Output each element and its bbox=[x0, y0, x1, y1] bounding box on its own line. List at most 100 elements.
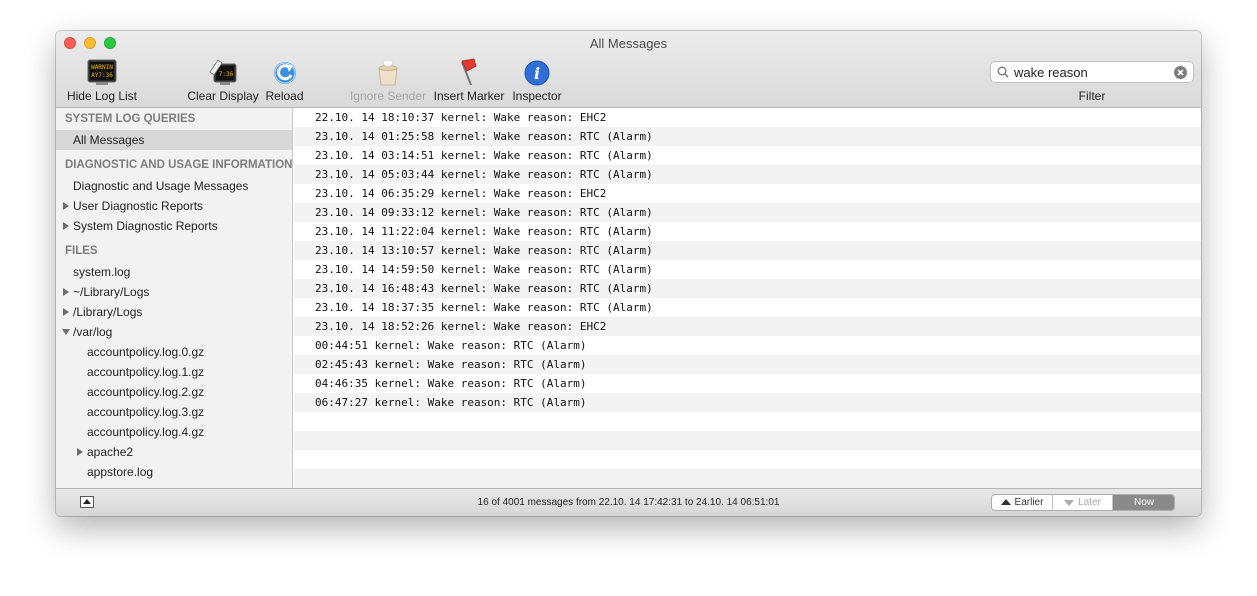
sidebar-item-all-messages[interactable]: All Messages bbox=[56, 130, 292, 150]
sidebar-item-label: /var/log bbox=[73, 325, 113, 339]
clear-display-icon: 7:36 bbox=[209, 59, 237, 85]
log-line[interactable]: 23.10. 14 11:22:04 kernel: Wake reason: … bbox=[294, 222, 1201, 241]
log-message-list[interactable]: 22.10. 14 18:10:37 kernel: Wake reason: … bbox=[294, 108, 1201, 488]
sidebar-item-label: Diagnostic and Usage Messages bbox=[73, 179, 249, 193]
filter-label: Filter bbox=[1078, 89, 1106, 103]
sidebar-item-system-diagnostic-reports[interactable]: System Diagnostic Reports bbox=[56, 216, 292, 236]
sidebar-item-file[interactable]: accountpolicy.log.3.gz bbox=[56, 402, 292, 422]
sidebar-item-label: accountpolicy.log.2.gz bbox=[87, 385, 205, 399]
log-list-sidebar: SYSTEM LOG QUERIES All Messages DIAGNOST… bbox=[56, 108, 293, 488]
log-line[interactable]: 23.10. 14 18:52:26 kernel: Wake reason: … bbox=[294, 317, 1201, 336]
reload-button[interactable]: Reload bbox=[262, 56, 307, 106]
sidebar-item-library-logs[interactable]: /Library/Logs bbox=[56, 302, 292, 322]
marker-flag-icon bbox=[461, 58, 477, 86]
status-bar: 16 of 4001 messages from 22.10. 14 17:42… bbox=[56, 488, 1201, 516]
later-label: Later bbox=[1078, 497, 1101, 508]
sidebar-item-label: system.log bbox=[73, 265, 131, 279]
sidebar-item-label: User Diagnostic Reports bbox=[73, 199, 204, 213]
sidebar-item-label: apache2 bbox=[87, 445, 134, 459]
log-line[interactable]: 23.10. 14 05:03:44 kernel: Wake reason: … bbox=[294, 165, 1201, 184]
sidebar-item-label: accountpolicy.log.0.gz bbox=[87, 345, 205, 359]
log-line[interactable]: 23.10. 14 13:10:57 kernel: Wake reason: … bbox=[294, 241, 1201, 260]
svg-text:7:36: 7:36 bbox=[219, 71, 234, 78]
log-line[interactable]: 04:46:35 kernel: Wake reason: RTC (Alarm… bbox=[294, 374, 1201, 393]
sidebar-item-label: accountpolicy.log.3.gz bbox=[87, 405, 205, 419]
now-label: Now bbox=[1133, 497, 1154, 508]
clear-search-icon[interactable] bbox=[1174, 66, 1187, 79]
disclosure-triangle-icon[interactable] bbox=[63, 308, 69, 316]
log-line[interactable]: 23.10. 14 18:37:35 kernel: Wake reason: … bbox=[294, 298, 1201, 317]
sidebar-item-diagnostic-messages[interactable]: Diagnostic and Usage Messages bbox=[56, 176, 292, 196]
system-log-queries-header: SYSTEM LOG QUERIES bbox=[56, 110, 292, 130]
sidebar-item-label: accountpolicy.log.4.gz bbox=[87, 425, 205, 439]
search-icon bbox=[997, 66, 1009, 78]
ignore-sender-button[interactable]: Ignore Sender bbox=[349, 56, 427, 106]
arrow-down-icon bbox=[1064, 500, 1075, 506]
log-line[interactable]: 06:47:27 kernel: Wake reason: RTC (Alarm… bbox=[294, 393, 1201, 412]
disclosure-triangle-icon[interactable] bbox=[63, 222, 69, 230]
search-input[interactable] bbox=[1014, 63, 1166, 81]
later-button[interactable]: Later bbox=[1053, 495, 1113, 510]
sidebar-item-label: ~/Library/Logs bbox=[73, 285, 150, 299]
disclosure-triangle-icon[interactable] bbox=[77, 448, 83, 456]
sidebar-item-label: appstore.log bbox=[87, 465, 154, 479]
sidebar-item-var-log[interactable]: /var/log bbox=[56, 322, 292, 342]
log-line[interactable]: 23.10. 14 01:25:58 kernel: Wake reason: … bbox=[294, 127, 1201, 146]
earlier-label: Earlier bbox=[1014, 497, 1044, 508]
hide-log-list-button[interactable]: WARNIN AY7:36 Hide Log List bbox=[62, 56, 142, 106]
hide-log-list-label: Hide Log List bbox=[66, 89, 138, 103]
log-line[interactable]: 02:45:43 kernel: Wake reason: RTC (Alarm… bbox=[294, 355, 1201, 374]
sidebar-item-system-log[interactable]: system.log bbox=[56, 262, 292, 282]
reload-label: Reload bbox=[265, 89, 304, 103]
sidebar-item-user-diagnostic-reports[interactable]: User Diagnostic Reports bbox=[56, 196, 292, 216]
log-line-empty bbox=[294, 450, 1201, 469]
insert-marker-button[interactable]: Insert Marker bbox=[431, 56, 507, 106]
disclosure-triangle-icon[interactable] bbox=[63, 288, 69, 296]
sidebar-item-label: System Diagnostic Reports bbox=[73, 219, 218, 233]
insert-marker-label: Insert Marker bbox=[433, 89, 505, 103]
sidebar-item-label: accountpolicy.log.1.gz bbox=[87, 365, 205, 379]
sidebar-item-label: /Library/Logs bbox=[73, 305, 143, 319]
inspector-button[interactable]: i Inspector bbox=[510, 56, 564, 106]
sidebar-item-file[interactable]: accountpolicy.log.0.gz bbox=[56, 342, 292, 362]
console-log-icon: WARNIN AY7:36 bbox=[87, 59, 117, 85]
log-line[interactable]: 23.10. 14 06:35:29 kernel: Wake reason: … bbox=[294, 184, 1201, 203]
log-line[interactable]: 23.10. 14 14:59:50 kernel: Wake reason: … bbox=[294, 260, 1201, 279]
log-line-empty bbox=[294, 469, 1201, 488]
sidebar-item-label: All Messages bbox=[73, 133, 145, 147]
sidebar-item-file[interactable]: accountpolicy.log.2.gz bbox=[56, 382, 292, 402]
clear-display-button[interactable]: 7:36 Clear Display bbox=[186, 56, 260, 106]
log-line[interactable]: 23.10. 14 09:33:12 kernel: Wake reason: … bbox=[294, 203, 1201, 222]
sidebar-item-apache2[interactable]: apache2 bbox=[56, 442, 292, 462]
ignore-sender-icon bbox=[378, 59, 398, 86]
log-line[interactable]: 00:44:51 kernel: Wake reason: RTC (Alarm… bbox=[294, 336, 1201, 355]
console-window: All Messages WARNIN AY7:36 Hide Log List… bbox=[56, 31, 1201, 516]
info-icon: i bbox=[524, 60, 550, 86]
svg-text:i: i bbox=[534, 64, 540, 83]
earlier-button[interactable]: Earlier bbox=[992, 495, 1053, 510]
files-header: FILES bbox=[56, 242, 292, 262]
arrow-up-icon bbox=[1000, 499, 1011, 505]
sidebar-item-file[interactable]: accountpolicy.log.1.gz bbox=[56, 362, 292, 382]
log-line[interactable]: 23.10. 14 03:14:51 kernel: Wake reason: … bbox=[294, 146, 1201, 165]
clear-display-label: Clear Display bbox=[187, 89, 259, 103]
section-header-label: FILES bbox=[65, 245, 98, 257]
ignore-sender-label: Ignore Sender bbox=[349, 89, 427, 103]
toolbar: All Messages WARNIN AY7:36 Hide Log List… bbox=[56, 31, 1201, 108]
disclosure-triangle-icon[interactable] bbox=[63, 202, 69, 210]
section-header-label: DIAGNOSTIC AND USAGE INFORMATION bbox=[65, 159, 293, 171]
diagnostic-usage-header: DIAGNOSTIC AND USAGE INFORMATION bbox=[56, 156, 292, 176]
log-line[interactable]: 23.10. 14 16:48:43 kernel: Wake reason: … bbox=[294, 279, 1201, 298]
search-field[interactable] bbox=[990, 61, 1194, 83]
disclosure-triangle-expanded-icon[interactable] bbox=[62, 329, 70, 335]
sidebar-item-file[interactable]: appstore.log bbox=[56, 462, 292, 482]
section-header-label: SYSTEM LOG QUERIES bbox=[65, 113, 196, 125]
log-line[interactable]: 22.10. 14 18:10:37 kernel: Wake reason: … bbox=[294, 108, 1201, 127]
now-button[interactable]: Now bbox=[1113, 495, 1174, 510]
log-line-empty bbox=[294, 431, 1201, 450]
time-navigation-control: Earlier Later Now bbox=[991, 494, 1175, 511]
sidebar-item-file[interactable]: accountpolicy.log.4.gz bbox=[56, 422, 292, 442]
reload-icon bbox=[274, 62, 296, 84]
log-line-empty bbox=[294, 412, 1201, 431]
sidebar-item-user-library-logs[interactable]: ~/Library/Logs bbox=[56, 282, 292, 302]
